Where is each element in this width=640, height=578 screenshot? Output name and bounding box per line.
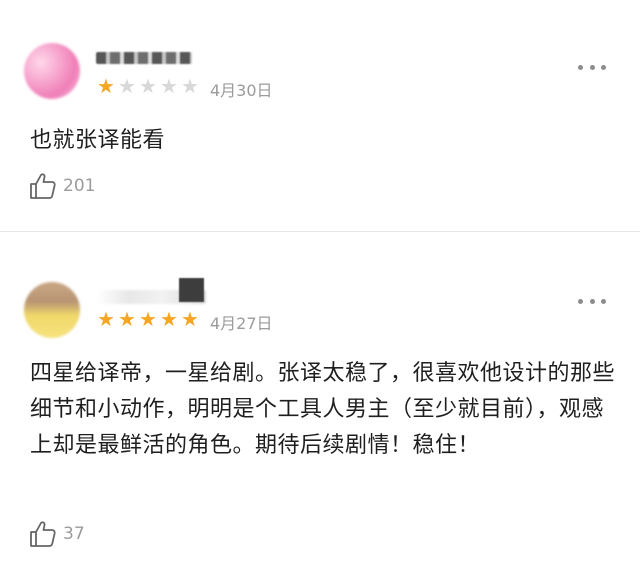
like-button[interactable]: 37 xyxy=(28,519,85,549)
star-icon: ★ xyxy=(97,74,115,98)
rating-stars: ★ ★ ★ ★ ★ xyxy=(96,76,200,96)
avatar[interactable] xyxy=(24,282,80,338)
star-icon: ★ xyxy=(118,307,136,331)
star-icon: ★ xyxy=(160,307,178,331)
star-icon: ★ xyxy=(139,74,157,98)
redaction-block xyxy=(179,278,204,302)
review-date: 4月30日 xyxy=(210,81,273,100)
thumbs-up-icon xyxy=(30,173,56,199)
avatar[interactable] xyxy=(24,43,80,99)
review-date: 4月27日 xyxy=(210,314,273,333)
review-text: 也就张译能看 xyxy=(30,128,166,153)
like-count: 37 xyxy=(63,524,85,544)
like-button[interactable]: 201 xyxy=(28,171,95,201)
more-dots-icon[interactable] xyxy=(578,62,606,72)
thumbs-up-icon xyxy=(30,521,56,547)
review-item: ★ ★ ★ ★ ★ 4月27日 四星给译帝，一星给剧。张译太稳了，很喜欢他设计的… xyxy=(0,232,640,578)
username-redacted[interactable] xyxy=(96,52,192,64)
star-icon: ★ xyxy=(181,74,199,98)
review-item: ★ ★ ★ ★ ★ 4月30日 也就张译能看 201 xyxy=(0,0,640,231)
review-text: 四星给译帝，一星给剧。张译太稳了，很喜欢他设计的那些细节和小动作，明明是个工具人… xyxy=(30,361,616,458)
star-icon: ★ xyxy=(118,74,136,98)
more-dots-icon[interactable] xyxy=(578,296,606,306)
star-icon: ★ xyxy=(160,74,178,98)
like-count: 201 xyxy=(63,176,96,196)
star-icon: ★ xyxy=(139,307,157,331)
star-icon: ★ xyxy=(97,307,115,331)
rating-stars: ★ ★ ★ ★ ★ xyxy=(96,309,200,329)
star-icon: ★ xyxy=(181,307,199,331)
